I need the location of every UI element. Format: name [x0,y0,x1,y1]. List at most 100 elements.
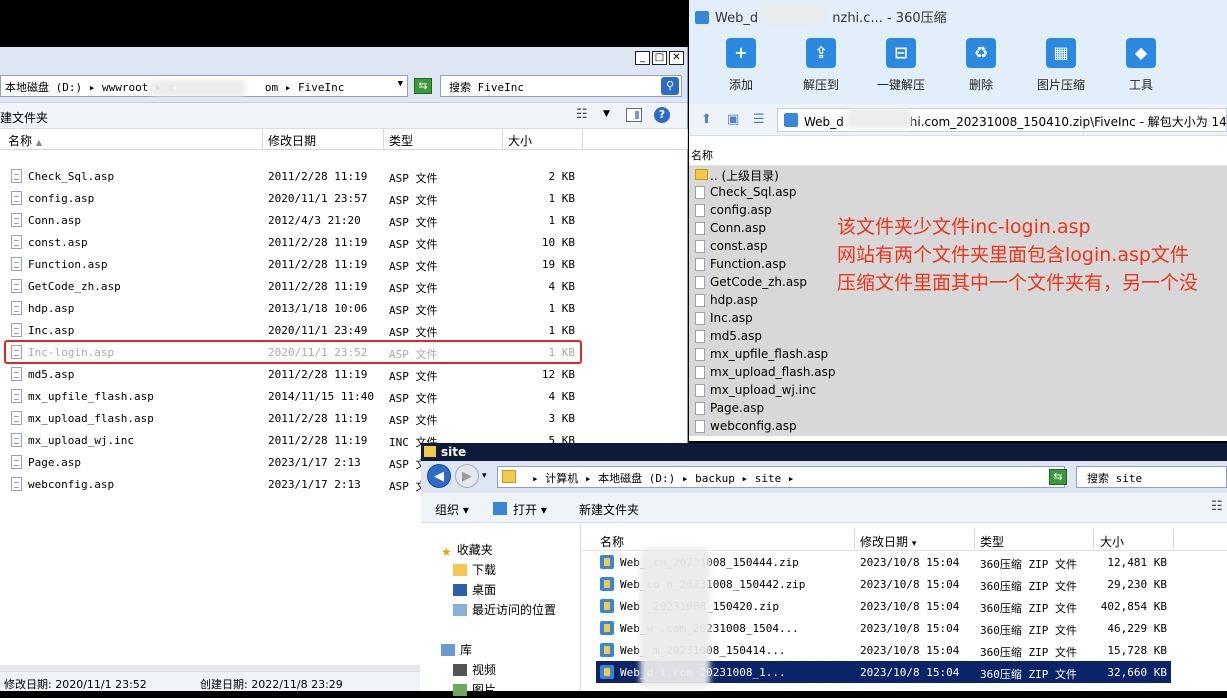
chevron-down-icon[interactable]: ▾ [482,471,487,481]
search-placeholder: 搜索 FiveInc [449,81,524,94]
nav-downloads[interactable]: 下载 [453,561,496,578]
zip-toolbar-button[interactable]: ♻ 删除 [941,38,1021,93]
zip-file-row[interactable]: Inc.asp [689,310,1227,328]
file-row[interactable]: GetCode_zh.asp 2011/2/28 11:19 ASP 文件 4 KB [0,275,688,297]
asp-file-icon [695,330,705,343]
col-name[interactable]: 名称 [600,533,624,550]
asp-file-icon [695,312,705,325]
zip-toolbar-button[interactable]: ◆ 工具 [1101,38,1181,93]
file-modified: 2011/2/28 11:19 [268,258,368,271]
file-row[interactable]: Inc.asp 2020/11/1 23:49 ASP 文件 1 KB [0,319,688,341]
col-modified[interactable]: 修改日期 [268,132,316,149]
zip-file-row[interactable]: Page.asp [689,400,1227,418]
refresh-icon[interactable]: ⇆ [414,78,432,94]
col-type[interactable]: 类型 [389,132,413,149]
zip-file-row[interactable]: Check_Sql.asp [689,184,1227,202]
zip-file-name: const.asp [710,239,768,253]
file-row[interactable]: mx_upfile_flash.asp 2014/11/15 11:40 ASP 文… [0,385,688,407]
file-name: config.asp [28,192,95,205]
site-address-bar[interactable]: ▸ 计算机 ▸ 本地磁盘 (D:) ▸ backup ▸ site ▸ ▼ [497,466,1065,488]
asp-file-icon [11,301,22,315]
preview-pane-icon[interactable] [626,108,642,122]
zip-file-name: webconfig.asp [710,419,797,433]
file-size: 1 KB [548,302,576,315]
zip-toolbar-button[interactable]: + 添加 [701,38,781,93]
asp-file-icon [695,402,705,415]
zip-toolbar-button[interactable]: ▦ 图片压缩 [1021,38,1101,93]
zip-col-name[interactable]: 名称 [689,136,1227,166]
file-modified: 2014/11/15 11:40 [268,390,374,403]
zip-window: Web_d nzhi.c... - 360压缩 + 添加 ⇪ 解压到 ⊟ 一键解压 ♻ 删除 ▦… [689,0,1227,441]
status-created: 创建日期: 2022/11/8 23:29 [200,678,343,691]
nav-pictures[interactable]: 图片 [453,681,496,698]
refresh-icon[interactable]: ⇆ [1049,469,1067,485]
site-search-input[interactable]: 搜索 site [1076,466,1227,488]
organize-button[interactable]: 组织 ▾ [435,501,469,518]
file-size: 10 KB [541,236,575,249]
forward-arrow-icon[interactable]: ▶ [455,464,479,488]
file-row[interactable]: Conn.asp 2012/4/3 21:20 ASP 文件 1 KB [0,209,688,231]
new-folder-button[interactable]: 新建文件夹 [579,501,639,518]
chevron-down-icon[interactable]: ▼ [603,109,610,119]
file-row[interactable]: Check_Sql.asp 2011/2/28 11:19 ASP 文件 2 KB [0,165,688,187]
site-nav-row: ◀ ▶ ▾ ▸ 计算机 ▸ 本地磁盘 (D:) ▸ backup ▸ site … [421,461,1227,493]
list-view-icon[interactable]: ☰ [753,112,765,127]
file-name: mx_upload_wj.inc [28,434,134,447]
col-modified[interactable]: 修改日期 ▾ [860,533,916,550]
asp-file-icon [695,348,705,361]
zip-file-row[interactable]: mx_upload_flash.asp [689,364,1227,382]
close-button[interactable]: ✕ [669,51,684,65]
file-type: ASP 文件 [389,326,438,339]
zip-toolbar-button[interactable]: ⇪ 解压到 [781,38,861,93]
file-row[interactable]: config.asp 2020/11/1 23:57 ASP 文件 1 KB [0,187,688,209]
thumbnail-view-icon[interactable]: ▣ [727,112,739,127]
minimize-button[interactable]: _ [635,51,650,65]
file-size: 3 KB [548,412,576,425]
zip-path-bar[interactable]: Web_d hi.com_20231008_150410.zip\FiveInc … [777,108,1227,132]
back-arrow-icon[interactable]: ◀ [427,464,451,488]
col-size[interactable]: 大小 [1100,533,1124,550]
col-name[interactable]: 名称 ▲ [8,132,42,149]
zip-toolbar-button[interactable]: ⊟ 一键解压 [861,38,941,93]
archive-size: 46,229 KB [1107,622,1167,635]
zip-toolbar-label: 图片压缩 [1036,78,1085,92]
search-icon[interactable]: ⚲ [661,77,679,95]
file-row[interactable]: hdp.asp 2013/1/18 10:06 ASP 文件 1 KB [0,297,688,319]
archive-modified: 2023/10/8 15:04 [860,622,960,635]
archive-size: 12,481 KB [1107,556,1167,569]
libraries-icon [441,644,455,656]
file-row[interactable]: const.asp 2011/2/28 11:19 ASP 文件 10 KB [0,231,688,253]
col-size[interactable]: 大小 [508,132,532,149]
zip-toolbar-label: 解压到 [802,78,839,92]
zip-file-row[interactable]: mx_upload_wj.inc [689,382,1227,400]
image-compress-icon: ▦ [1046,38,1076,68]
nav-desktop[interactable]: 桌面 [453,581,496,598]
file-row[interactable]: mx_upload_flash.asp 2011/2/28 11:19 ASP 文件… [0,407,688,429]
zip-file-row[interactable]: md5.asp [689,328,1227,346]
open-button[interactable]: 打开 ▾ [513,501,547,518]
search-input[interactable]: 搜索 FiveInc ⚲ [440,75,682,97]
nav-libraries[interactable]: 库 [441,641,472,658]
desktop-icon [453,584,467,596]
file-row[interactable]: Function.asp 2011/2/28 11:19 ASP 文件 19 KB [0,253,688,275]
file-name: mx_upfile_flash.asp [28,390,154,403]
help-icon[interactable]: ? [654,107,670,123]
zip-file-row[interactable]: webconfig.asp [689,418,1227,436]
view-options-icon[interactable]: ☷ [576,107,588,122]
zip-file-row[interactable]: mx_upfile_flash.asp [689,346,1227,364]
new-folder-button[interactable]: 建文件夹 [0,109,48,126]
file-row[interactable]: md5.asp 2011/2/28 11:19 ASP 文件 12 KB [0,363,688,385]
file-modified: 2011/2/28 11:19 [268,170,368,183]
view-options-icon[interactable]: ☷ [1211,499,1223,514]
col-type[interactable]: 类型 [980,533,1004,550]
maximize-button[interactable]: □ [652,51,667,65]
chevron-down-icon[interactable]: ▼ [398,79,403,89]
nav-videos[interactable]: 视频 [453,661,496,678]
file-modified: 2023/1/17 2:13 [268,456,361,469]
parent-dir-row[interactable]: .. (上级目录) [689,166,1227,184]
nav-favorites[interactable]: ★ 收藏夹 [441,541,493,559]
asp-file-icon [11,433,22,447]
archive-size: 32,660 KB [1107,666,1167,679]
nav-recent[interactable]: 最近访问的位置 [453,601,556,618]
up-arrow-icon[interactable]: ⬆ [701,112,712,127]
